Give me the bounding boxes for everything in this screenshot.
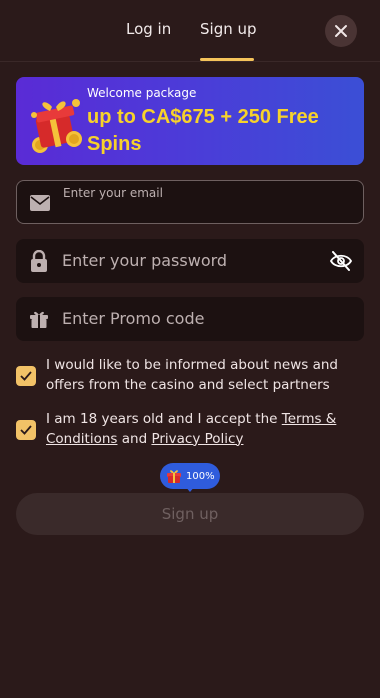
- age-consent-text: I am 18 years old and I accept the: [46, 411, 282, 427]
- email-field[interactable]: Enter your email: [16, 180, 364, 224]
- tab-login[interactable]: Log in: [126, 20, 171, 38]
- gift-icon: [167, 470, 181, 483]
- progress-badge-pointer: [185, 486, 195, 492]
- gift-icon: [28, 308, 50, 330]
- welcome-banner: Welcome package up to CA$675 + 250 Free …: [16, 77, 364, 165]
- close-icon: [335, 25, 347, 37]
- news-consent-checkbox[interactable]: [16, 366, 36, 386]
- privacy-policy-link[interactable]: Privacy Policy: [151, 431, 243, 447]
- age-consent-checkbox[interactable]: [16, 420, 36, 440]
- promo-code-field[interactable]: [16, 297, 364, 341]
- banner-title: up to CA$675 + 250 Free Spins: [87, 106, 319, 155]
- promo-code-input[interactable]: [62, 297, 332, 339]
- auth-header: Log in Sign up: [0, 0, 380, 62]
- progress-percentage: 100%: [186, 470, 215, 482]
- news-consent-label: I would like to be informed about news a…: [46, 357, 339, 393]
- email-input[interactable]: [63, 195, 333, 221]
- close-button[interactable]: [325, 15, 357, 47]
- tab-signup[interactable]: Sign up: [200, 20, 257, 38]
- eye-off-icon: [330, 251, 352, 271]
- password-field[interactable]: [16, 239, 364, 283]
- age-consent-label: I am 18 years old and I accept the Terms…: [46, 410, 358, 449]
- sign-up-button[interactable]: Sign up: [16, 493, 364, 535]
- toggle-password-visibility-button[interactable]: [328, 248, 354, 274]
- gift-box-icon: [31, 99, 82, 153]
- active-tab-indicator: [200, 58, 254, 61]
- age-consent-and: and: [117, 430, 152, 447]
- lock-icon: [28, 250, 50, 272]
- envelope-icon: [29, 192, 51, 214]
- password-input[interactable]: [62, 239, 332, 281]
- banner-subtitle: Welcome package: [87, 86, 197, 100]
- checkmark-icon: [20, 425, 32, 435]
- checkmark-icon: [20, 371, 32, 381]
